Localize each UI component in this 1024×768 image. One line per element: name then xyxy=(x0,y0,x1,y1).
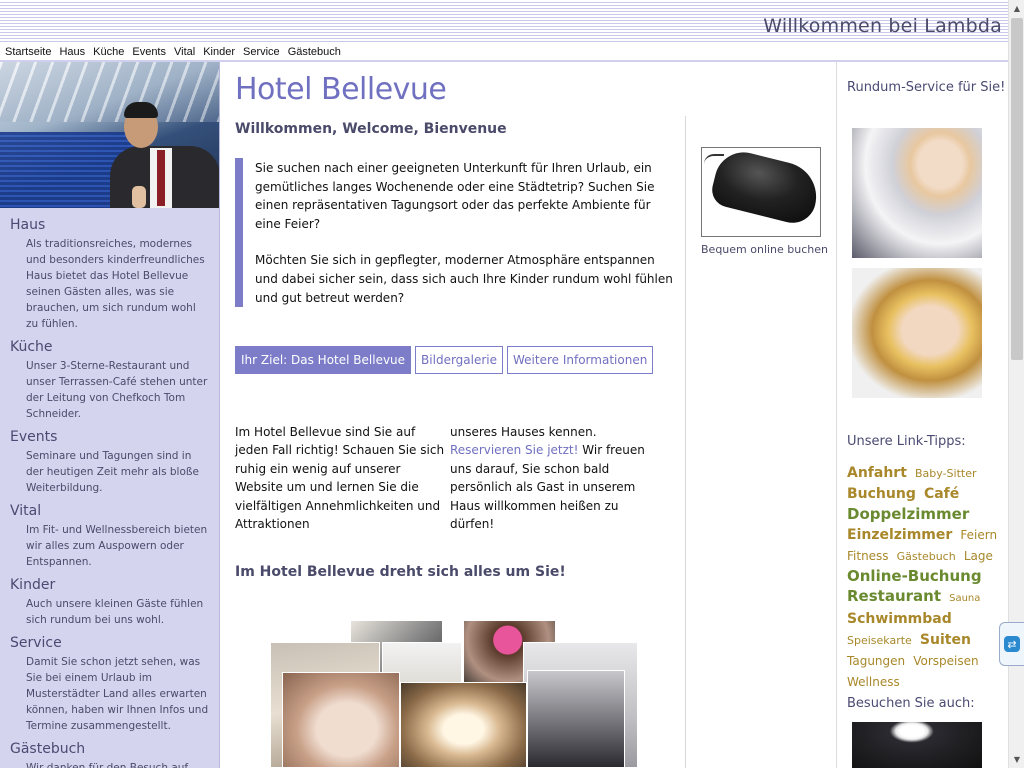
text-columns: Im Hotel Bellevue sind Sie auf jeden Fal… xyxy=(235,423,665,533)
tag-link[interactable]: Schwimmbad xyxy=(847,611,952,627)
visit-heading: Besuchen Sie auch: xyxy=(847,696,975,711)
sidebar-text-service: Damit Sie schon jetzt sehen, was Sie bei… xyxy=(26,656,209,732)
tag-link[interactable]: Anfahrt xyxy=(847,465,907,481)
tag-link[interactable]: Sauna xyxy=(949,593,980,604)
sidebar-heading-haus[interactable]: Haus xyxy=(10,216,211,234)
sidebar-heading-events[interactable]: Events xyxy=(10,428,211,446)
chef-photo xyxy=(852,722,982,768)
photo-meeting xyxy=(527,670,625,768)
nav-item-gaestebuch[interactable]: Gästebuch xyxy=(288,46,341,58)
sidebar-heading-vital[interactable]: Vital xyxy=(10,502,211,520)
section-heading: Im Hotel Bellevue dreht sich alles um Si… xyxy=(235,564,566,580)
computer-mouse-image[interactable] xyxy=(701,146,824,237)
sidebar-text-haus: Als traditionsreiches, modernes und beso… xyxy=(26,238,205,330)
scroll-thumb[interactable] xyxy=(1011,18,1023,360)
right-sidebar: Rundum-Service für Sie! Unsere Link-Tipp… xyxy=(836,62,1008,768)
service-heading: Rundum-Service für Sie! xyxy=(847,80,1006,95)
tag-link[interactable]: Einzelzimmer xyxy=(847,527,952,543)
page-title: Hotel Bellevue xyxy=(235,72,447,107)
main-content: Hotel Bellevue Willkommen, Welcome, Bien… xyxy=(220,62,836,768)
welcome-heading: Willkommen, Welcome, Bienvenue xyxy=(235,121,507,137)
tab-weitere-informationen[interactable]: Weitere Informationen xyxy=(507,346,654,374)
column-2-text-start: unseres Hauses kennen. xyxy=(450,425,597,439)
nav-item-events[interactable]: Events xyxy=(132,46,166,58)
column-divider xyxy=(685,116,686,768)
intro-quote: Sie suchen nach einer geeigneten Unterku… xyxy=(235,158,675,308)
photo-woman-towel xyxy=(282,672,400,768)
intro-paragraph-1: Sie suchen nach einer geeigneten Unterku… xyxy=(255,161,655,231)
link-tips-heading: Unsere Link-Tipps: xyxy=(847,434,966,449)
image-caption: Bequem online buchen xyxy=(701,243,829,256)
tag-link[interactable]: Lage xyxy=(964,549,993,563)
photo-collage xyxy=(270,620,640,768)
photo-mirror xyxy=(400,682,527,768)
nav-item-kinder[interactable]: Kinder xyxy=(203,46,235,58)
tag-link[interactable]: Fitness xyxy=(847,549,889,563)
sidebar-heading-kinder[interactable]: Kinder xyxy=(10,576,211,594)
tag-link[interactable]: Wellness xyxy=(847,675,900,689)
businessman-photo xyxy=(0,62,219,208)
sidebar-text-kinder: Auch unsere kleinen Gäste fühlen sich ru… xyxy=(26,598,204,626)
nav-item-kueche[interactable]: Küche xyxy=(93,46,124,58)
intro-paragraph-2: Möchten Sie sich in gepflegter, moderner… xyxy=(255,253,673,305)
nav-item-vital[interactable]: Vital xyxy=(174,46,195,58)
nav-item-service[interactable]: Service xyxy=(243,46,280,58)
tag-link[interactable]: Suiten xyxy=(920,632,971,648)
sidebar-text-vital: Im Fit- und Wellnessbereich bieten wir a… xyxy=(26,524,208,568)
content-tabs: Ihr Ziel: Das Hotel Bellevue Bildergaler… xyxy=(235,346,657,374)
tab-hotel-bellevue[interactable]: Ihr Ziel: Das Hotel Bellevue xyxy=(235,346,412,374)
tab-bildergalerie[interactable]: Bildergalerie xyxy=(415,346,504,374)
sidebar-heading-gaestebuch[interactable]: Gästebuch xyxy=(10,740,211,758)
tag-cloud: Anfahrt Baby-Sitter Buchung Café Doppelz… xyxy=(847,462,1005,692)
tag-link[interactable]: Doppelzimmer xyxy=(847,505,969,523)
tag-link[interactable]: Café xyxy=(924,486,959,502)
tag-link[interactable]: Gästebuch xyxy=(897,550,956,563)
sidebar-text-events: Seminare und Tagungen sind in der heutig… xyxy=(26,450,199,494)
sidebar-text-kueche: Unser 3-Sterne-Restaurant und unser Terr… xyxy=(26,360,208,420)
reservieren-link[interactable]: Reservieren Sie jetzt! xyxy=(450,443,578,457)
sidebar-text-gaestebuch: Wir danken für den Besuch auf xyxy=(26,762,189,768)
teamviewer-icon: ⇄ xyxy=(1004,636,1020,652)
tag-link[interactable]: Baby-Sitter xyxy=(915,467,977,480)
header-banner: Willkommen bei Lambda xyxy=(0,0,1008,44)
tag-link[interactable]: Speisekarte xyxy=(847,634,912,647)
tag-link[interactable]: Vorspeisen xyxy=(913,654,978,668)
woman-mirror-photo xyxy=(852,268,982,398)
tag-link[interactable]: Restaurant xyxy=(847,587,941,605)
tag-link[interactable]: Feiern xyxy=(960,528,997,542)
left-sidebar: Haus Als traditionsreiches, modernes und… xyxy=(0,62,220,768)
sidebar-heading-service[interactable]: Service xyxy=(10,634,211,652)
tag-link[interactable]: Tagungen xyxy=(847,654,905,668)
scroll-down-arrow-icon[interactable]: ▼ xyxy=(1009,751,1024,768)
tag-link[interactable]: Buchung xyxy=(847,486,916,502)
top-navigation: Startseite Haus Küche Events Vital Kinde… xyxy=(0,44,1008,61)
text-column-1: Im Hotel Bellevue sind Sie auf jeden Fal… xyxy=(235,425,445,532)
sidebar-heading-kueche[interactable]: Küche xyxy=(10,338,211,356)
site-title: Willkommen bei Lambda xyxy=(763,15,1002,37)
nav-item-startseite[interactable]: Startseite xyxy=(5,46,51,58)
text-column-2: unseres Hauses kennen. Reservieren Sie j… xyxy=(450,423,665,533)
scroll-up-arrow-icon[interactable]: ▲ xyxy=(1009,0,1024,17)
tag-link[interactable]: Online-Buchung xyxy=(847,567,982,585)
nav-item-haus[interactable]: Haus xyxy=(59,46,85,58)
wedding-photo xyxy=(852,128,982,258)
remote-support-widget[interactable]: ⇄ xyxy=(999,622,1024,666)
